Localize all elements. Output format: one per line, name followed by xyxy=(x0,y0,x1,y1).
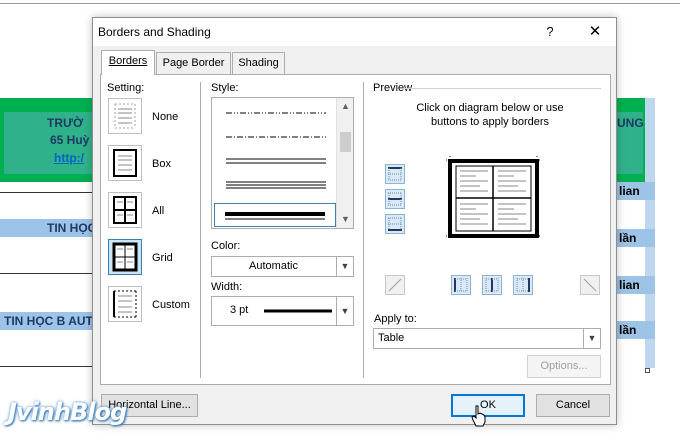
left-border-icon[interactable] xyxy=(451,275,471,295)
section-divider xyxy=(363,82,364,378)
scroll-down-icon[interactable]: ▼ xyxy=(337,211,354,228)
doc-row-label-2: TIN HỌC B AUT xyxy=(4,314,93,328)
setting-custom-icon[interactable] xyxy=(108,286,142,322)
width-value: 3 pt xyxy=(230,304,249,316)
style-option[interactable] xyxy=(214,125,336,149)
top-border-icon[interactable] xyxy=(385,164,405,184)
doc-line xyxy=(0,366,94,367)
thick-thin-line-icon xyxy=(225,212,325,220)
right-border-icon[interactable] xyxy=(513,275,533,295)
doc-header-line-1: TRƯỜ xyxy=(47,116,84,130)
width-label: Width: xyxy=(211,281,243,293)
diagonal-up-border-icon[interactable] xyxy=(580,275,600,295)
apply-to-dropdown[interactable]: Table ▼ xyxy=(373,328,601,349)
preview-header-rule xyxy=(403,88,601,89)
bottom-border-icon[interactable] xyxy=(385,214,405,234)
close-button[interactable]: ✕ xyxy=(580,21,610,43)
scroll-thumb[interactable] xyxy=(340,132,351,152)
doc-line xyxy=(0,273,94,274)
style-option-selected[interactable] xyxy=(214,203,336,227)
tab-shading[interactable]: Shading xyxy=(232,52,285,74)
apply-to-value: Table xyxy=(378,332,405,344)
setting-none-icon[interactable] xyxy=(108,98,142,134)
color-label: Color: xyxy=(211,240,241,252)
width-dropdown[interactable]: 3 pt ▼ xyxy=(211,296,354,326)
chevron-down-icon[interactable]: ▼ xyxy=(336,257,353,276)
table-preview-icon xyxy=(446,156,541,240)
section-divider xyxy=(200,82,201,378)
style-option[interactable] xyxy=(214,101,336,125)
style-label: Style: xyxy=(211,82,239,94)
ok-button[interactable]: OK xyxy=(451,394,525,417)
dash-dot-dot-line-icon xyxy=(226,112,326,114)
setting-none-label[interactable]: None xyxy=(152,111,178,123)
style-list-scrollbar[interactable]: ▲ ▼ xyxy=(336,98,353,228)
preview-instruction: Click on diagram below or use buttons to… xyxy=(416,102,564,128)
doc-line xyxy=(0,192,94,193)
preview-diagram[interactable] xyxy=(446,156,541,240)
watermark-logo: JvinhBlog xyxy=(8,398,127,426)
tab-page-border[interactable]: Page Border xyxy=(156,52,231,74)
setting-box-icon[interactable] xyxy=(108,145,142,181)
dialog-title: Borders and Shading xyxy=(98,25,211,39)
chevron-down-icon[interactable]: ▼ xyxy=(336,297,353,325)
options-button[interactable]: Options... xyxy=(527,355,601,378)
doc-right-cell: lian xyxy=(615,182,655,200)
doc-right-cell: lian xyxy=(615,276,655,294)
double-line-icon xyxy=(226,158,326,164)
style-option[interactable] xyxy=(214,149,336,173)
cancel-button[interactable]: Cancel xyxy=(536,394,610,417)
setting-all-label[interactable]: All xyxy=(152,205,164,217)
color-value: Automatic xyxy=(249,260,298,272)
doc-right-cell: lần xyxy=(615,229,655,247)
doc-right-header-text: UNG xyxy=(617,116,644,130)
setting-custom-label[interactable]: Custom xyxy=(152,299,190,311)
doc-header-link[interactable]: http:/ xyxy=(54,151,84,165)
setting-label: Setting: xyxy=(107,82,145,94)
scroll-up-icon[interactable]: ▲ xyxy=(337,98,354,115)
table-resize-handle[interactable] xyxy=(645,368,650,373)
doc-header-line-2: 65 Huỳ xyxy=(50,133,90,147)
apply-to-label: Apply to: xyxy=(374,313,417,325)
chevron-down-icon[interactable]: ▼ xyxy=(583,329,600,348)
doc-right-cell: lần xyxy=(615,321,655,339)
hand-pointer-icon xyxy=(471,405,486,427)
grid-custom-icon xyxy=(113,290,137,318)
color-dropdown[interactable]: Automatic ▼ xyxy=(211,256,354,277)
grid-box-icon xyxy=(113,149,137,177)
grid-grid-icon xyxy=(112,242,138,272)
setting-grid-icon[interactable] xyxy=(108,239,142,275)
dash-dot-line-icon xyxy=(226,136,326,138)
help-button[interactable]: ? xyxy=(538,21,562,43)
dialog-titlebar[interactable]: Borders and Shading ? ✕ xyxy=(93,18,616,46)
setting-box-label[interactable]: Box xyxy=(152,158,171,170)
tab-borders[interactable]: Borders xyxy=(101,50,155,75)
grid-none-icon xyxy=(114,103,136,129)
diagonal-down-border-icon[interactable] xyxy=(385,275,405,295)
triple-line-icon xyxy=(226,181,326,189)
setting-all-icon[interactable] xyxy=(108,192,142,228)
style-option[interactable] xyxy=(214,173,336,197)
width-line-sample-icon xyxy=(264,309,332,313)
grid-all-icon xyxy=(113,196,137,224)
setting-grid-label[interactable]: Grid xyxy=(152,252,173,264)
doc-row-label-1: TIN HỌC xyxy=(47,221,97,235)
inside-vertical-border-icon[interactable] xyxy=(482,275,502,295)
style-list[interactable]: ▲ ▼ xyxy=(211,97,354,229)
doc-line xyxy=(0,3,680,4)
inside-horizontal-border-icon[interactable] xyxy=(385,189,405,209)
